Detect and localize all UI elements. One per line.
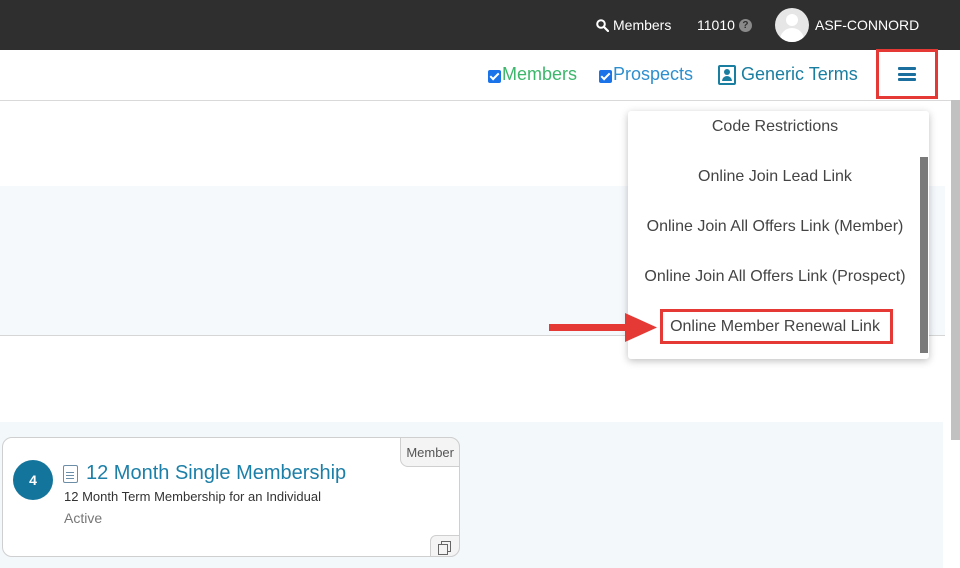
dropdown-scrollbar[interactable] (920, 157, 928, 353)
document-icon (63, 464, 78, 483)
members-filter[interactable]: Members (488, 64, 577, 85)
members-filter-label: Members (502, 64, 578, 84)
prospects-filter[interactable]: Prospects (599, 64, 693, 85)
copy-icon[interactable] (430, 535, 460, 557)
menu-item-code-restrictions[interactable]: Code Restrictions (628, 118, 922, 136)
search-icon (596, 18, 609, 32)
prospects-filter-label: Prospects (613, 64, 694, 84)
actions-dropdown-menu: Code Restrictions Online Join Lead Link … (628, 111, 929, 359)
page-scrollbar[interactable] (951, 100, 960, 440)
account-number-text: 11010 (697, 17, 735, 33)
help-icon[interactable]: ? (738, 18, 752, 32)
menu-item-online-join-all-offers-member[interactable]: Online Join All Offers Link (Member) (628, 218, 922, 236)
menu-button[interactable] (876, 49, 938, 99)
generic-terms-label: Generic Terms (741, 64, 858, 84)
hamburger-icon (898, 67, 916, 81)
membership-card[interactable]: 4 12 Month Single Membership 12 Month Te… (2, 437, 460, 557)
card-title-link[interactable]: 12 Month Single Membership (63, 462, 346, 485)
contact-card-icon (718, 64, 736, 85)
type-tag: Member (400, 437, 460, 467)
user-menu[interactable]: ASF-CONNORD (775, 0, 919, 50)
generic-terms-filter[interactable]: Generic Terms (718, 64, 858, 85)
menu-item-online-join-all-offers-prospect[interactable]: Online Join All Offers Link (Prospect) (628, 268, 922, 286)
filter-bar: Members Prospects Generic Terms (0, 50, 960, 101)
prospects-checkbox[interactable] (599, 70, 612, 83)
top-navbar: Members 11010 ? ASF-CONNORD (0, 0, 960, 50)
username: ASF-CONNORD (815, 17, 920, 33)
members-search-label: Members (613, 17, 672, 33)
card-description: 12 Month Term Membership for an Individu… (64, 489, 321, 504)
card-title[interactable]: 12 Month Single Membership (86, 462, 346, 485)
menu-item-online-join-lead-link[interactable]: Online Join Lead Link (628, 168, 922, 186)
highlight-box (660, 309, 893, 344)
annotation-arrow (549, 313, 657, 342)
card-number-badge: 4 (13, 460, 53, 500)
avatar (775, 8, 809, 42)
account-number[interactable]: 11010 ? (697, 0, 752, 50)
card-status: Active (64, 510, 103, 526)
members-checkbox[interactable] (488, 70, 501, 83)
members-search-link[interactable]: Members (596, 0, 671, 50)
